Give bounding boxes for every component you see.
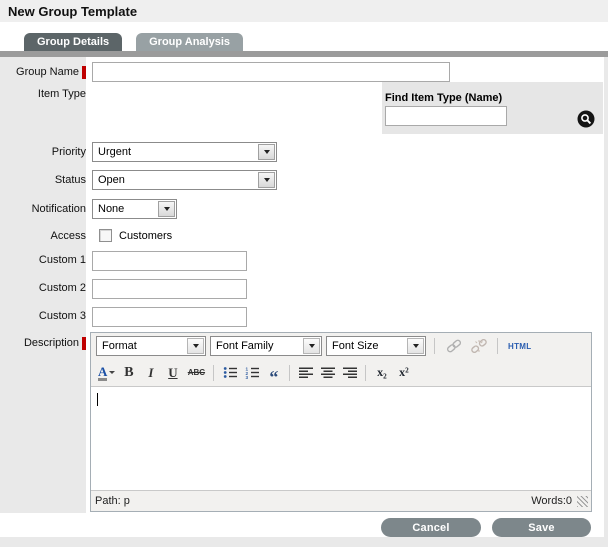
font-size-select[interactable]: Font Size <box>326 336 426 356</box>
numbered-list-icon[interactable]: 1 2 3 <box>241 363 262 383</box>
group-name-input[interactable] <box>92 62 450 82</box>
group-name-row: Group Name <box>0 57 604 82</box>
format-select-value: Format <box>97 340 186 352</box>
toolbar-separator <box>365 365 366 381</box>
description-row: Description Format Font Family Font Size <box>0 332 604 513</box>
priority-selected-value: Urgent <box>93 146 257 158</box>
underline-button[interactable]: U <box>162 363 183 383</box>
custom3-input[interactable] <box>92 307 247 327</box>
editor-path-status: Path: p <box>95 495 531 507</box>
customers-checkbox-label: Customers <box>119 230 172 242</box>
custom1-input[interactable] <box>92 251 247 271</box>
align-center-icon[interactable] <box>317 363 338 383</box>
item-type-row: Item Type Find Item Type (Name) <box>0 82 604 134</box>
bold-button[interactable]: B <box>118 363 139 383</box>
save-button[interactable]: Save <box>492 518 591 537</box>
format-select[interactable]: Format <box>96 336 206 356</box>
align-right-icon[interactable] <box>339 363 360 383</box>
text-caret <box>97 393 98 406</box>
notification-selected-value: None <box>93 203 157 215</box>
access-row: Access Customers <box>0 229 604 242</box>
custom2-input[interactable] <box>92 279 247 299</box>
form-actions: Cancel Save <box>0 518 604 537</box>
window-header: New Group Template Group Details Group A… <box>0 0 608 51</box>
find-item-type-input[interactable] <box>385 106 507 126</box>
item-type-label: Item Type <box>0 82 86 100</box>
description-label: Description <box>0 332 86 350</box>
strikethrough-button[interactable]: ABC <box>184 363 208 383</box>
find-item-type-panel: Find Item Type (Name) <box>382 82 603 134</box>
tab-group-details-label: Group Details <box>37 36 109 48</box>
dropdown-arrow-icon[interactable] <box>407 338 424 354</box>
new-group-template-window: New Group Template Group Details Group A… <box>0 0 608 547</box>
toolbar-separator <box>434 338 435 354</box>
notification-label: Notification <box>0 199 86 215</box>
find-item-type-label: Find Item Type (Name) <box>385 92 603 104</box>
page-title: New Group Template <box>8 4 137 19</box>
notification-row: Notification None <box>0 199 604 219</box>
superscript-button[interactable]: x² <box>393 363 414 383</box>
form-body: Group Name Item Type Find Item Type (Nam… <box>0 57 604 537</box>
required-marker <box>82 337 86 350</box>
tab-bar: Group Details Group Analysis <box>0 33 608 51</box>
font-color-button[interactable]: A <box>96 365 117 381</box>
editor-word-count: Words:0 <box>531 495 572 507</box>
svg-text:3: 3 <box>245 375 248 379</box>
description-edit-area[interactable] <box>91 386 591 491</box>
font-family-select[interactable]: Font Family <box>210 336 322 356</box>
description-editor: Format Font Family Font Size <box>90 332 592 512</box>
group-name-label: Group Name <box>0 62 86 79</box>
font-color-arrow-icon[interactable] <box>109 371 115 374</box>
priority-select[interactable]: Urgent <box>92 142 277 162</box>
notification-select[interactable]: None <box>92 199 177 219</box>
font-family-select-value: Font Family <box>211 340 302 352</box>
cancel-button[interactable]: Cancel <box>381 518 481 537</box>
priority-label: Priority <box>0 142 86 158</box>
title-band: New Group Template <box>0 0 608 22</box>
blockquote-icon[interactable]: “ <box>263 363 284 383</box>
custom2-label: Custom 2 <box>0 279 86 294</box>
editor-statusbar: Path: p Words:0 <box>91 491 591 511</box>
status-select[interactable]: Open <box>92 170 277 190</box>
subscript-button[interactable]: x₂ <box>371 363 392 383</box>
html-source-button[interactable]: HTML <box>506 342 533 351</box>
status-selected-value: Open <box>93 174 257 186</box>
toolbar-separator <box>213 365 214 381</box>
search-icon[interactable] <box>577 110 595 128</box>
toolbar-separator <box>289 365 290 381</box>
editor-toolbar-row2: A B I U ABC <box>91 359 591 386</box>
font-size-select-value: Font Size <box>327 340 406 352</box>
tab-group-analysis-label: Group Analysis <box>149 36 230 48</box>
custom3-row: Custom 3 <box>0 307 604 327</box>
dropdown-arrow-icon[interactable] <box>158 201 175 217</box>
dropdown-arrow-icon[interactable] <box>187 338 204 354</box>
customers-checkbox[interactable] <box>99 229 112 242</box>
toolbar-separator <box>497 338 498 354</box>
remove-link-icon[interactable] <box>468 336 489 356</box>
font-color-icon: A <box>98 365 107 381</box>
resize-handle[interactable] <box>577 496 588 507</box>
insert-link-icon[interactable] <box>443 336 464 356</box>
custom3-label: Custom 3 <box>0 307 86 322</box>
access-label: Access <box>0 229 86 242</box>
editor-toolbar-row1: Format Font Family Font Size <box>91 333 591 359</box>
priority-row: Priority Urgent <box>0 142 604 162</box>
dropdown-arrow-icon[interactable] <box>258 144 275 160</box>
bullet-list-icon[interactable] <box>219 363 240 383</box>
custom1-label: Custom 1 <box>0 251 86 266</box>
dropdown-arrow-icon[interactable] <box>303 338 320 354</box>
custom2-row: Custom 2 <box>0 279 604 299</box>
tab-group-details[interactable]: Group Details <box>24 33 122 51</box>
align-left-icon[interactable] <box>295 363 316 383</box>
status-label: Status <box>0 170 86 186</box>
italic-button[interactable]: I <box>140 363 161 383</box>
form-fields: Group Name Item Type Find Item Type (Nam… <box>0 57 604 513</box>
status-row: Status Open <box>0 170 604 190</box>
dropdown-arrow-icon[interactable] <box>258 172 275 188</box>
required-marker <box>82 66 86 79</box>
tab-group-analysis[interactable]: Group Analysis <box>136 33 243 51</box>
custom1-row: Custom 1 <box>0 251 604 271</box>
